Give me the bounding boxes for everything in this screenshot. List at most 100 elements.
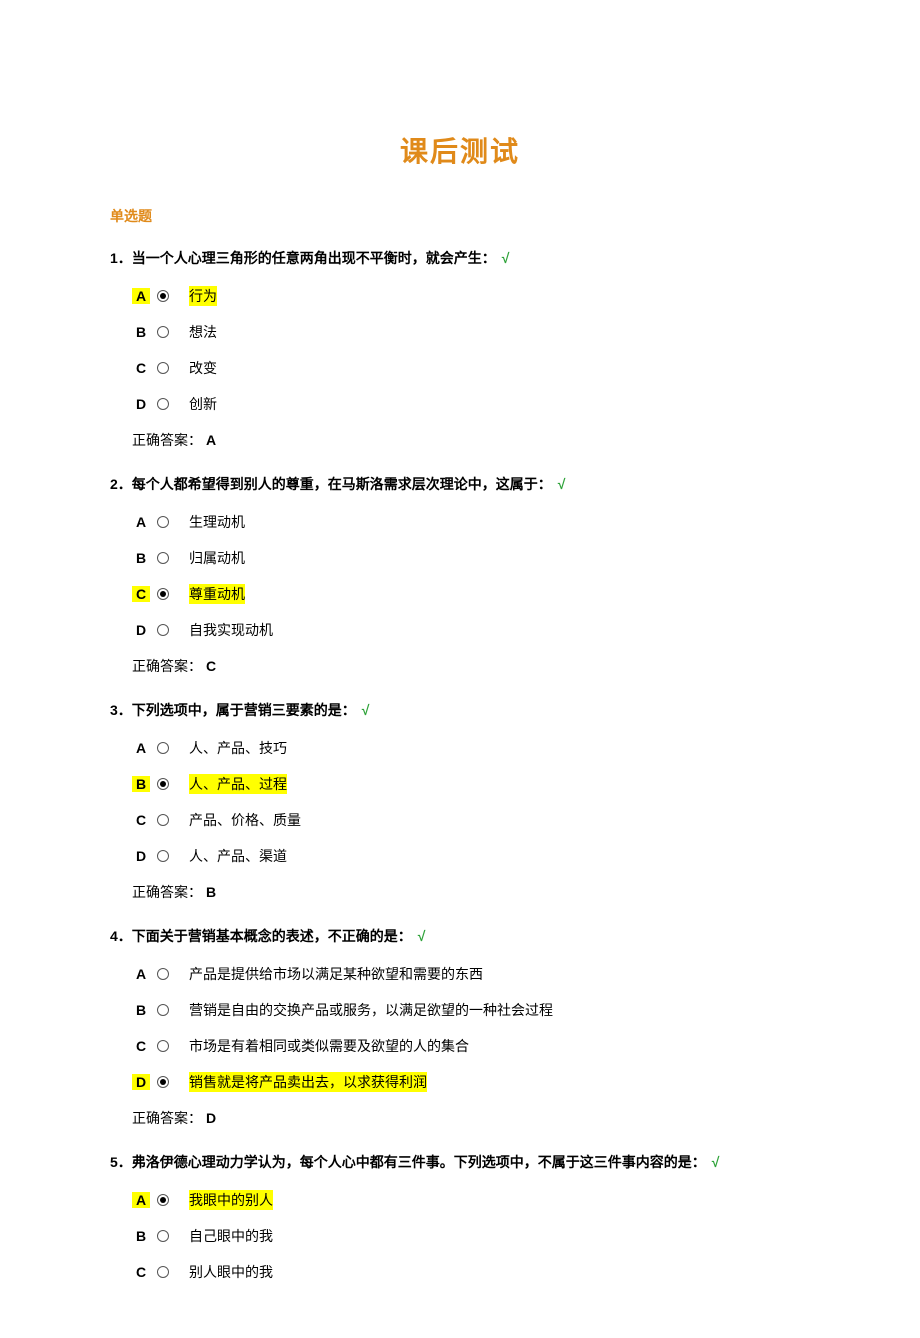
answer-line: 正确答案：C bbox=[110, 656, 810, 676]
radio-button[interactable] bbox=[157, 814, 169, 826]
question-block: 4．下面关于营销基本概念的表述，不正确的是：√ A 产品是提供给市场以满足某种欲望和… bbox=[110, 926, 810, 1128]
option-text: 人、产品、技巧 bbox=[189, 738, 287, 758]
section-header: 单选题 bbox=[110, 206, 810, 226]
option-row: A行为 bbox=[132, 286, 810, 306]
option-row: D自我实现动机 bbox=[132, 620, 810, 640]
radio-button[interactable] bbox=[157, 742, 169, 754]
question-stem: 每个人都希望得到别人的尊重，在马斯洛需求层次理论中，这属于： bbox=[132, 476, 552, 492]
option-letter: B bbox=[132, 324, 150, 340]
option-text: 自己眼中的我 bbox=[189, 1226, 273, 1246]
question-number: 4． bbox=[110, 928, 132, 944]
radio-button[interactable] bbox=[157, 1004, 169, 1016]
question-text: 3．下列选项中，属于营销三要素的是：√ bbox=[110, 700, 810, 720]
option-row: B 营销是自由的交换产品或服务，以满足欲望的一种社会过程 bbox=[132, 1000, 810, 1020]
option-letter: C bbox=[132, 1038, 150, 1054]
option-text: 销售就是将产品卖出去，以求获得利润 bbox=[189, 1072, 427, 1092]
option-row: B 自己眼中的我 bbox=[132, 1226, 810, 1246]
question-text: 4．下面关于营销基本概念的表述，不正确的是：√ bbox=[110, 926, 810, 946]
answer-line: 正确答案：D bbox=[110, 1108, 810, 1128]
check-icon: √ bbox=[362, 702, 370, 718]
option-row: A 生理动机 bbox=[132, 512, 810, 532]
answer-label: 正确答案： bbox=[132, 1110, 202, 1126]
option-letter: B bbox=[132, 550, 150, 566]
question-block: 3．下列选项中，属于营销三要素的是：√A人、产品、技巧B人、产品、过程C产品、价… bbox=[110, 700, 810, 902]
radio-button[interactable] bbox=[157, 588, 169, 600]
option-row: B 想法 bbox=[132, 322, 810, 342]
answer-letter: C bbox=[206, 658, 216, 674]
radio-button[interactable] bbox=[157, 552, 169, 564]
option-text: 想法 bbox=[189, 322, 217, 342]
option-row: C 尊重动机 bbox=[132, 584, 810, 604]
option-text: 人、产品、过程 bbox=[189, 774, 287, 794]
option-row: D 创新 bbox=[132, 394, 810, 414]
option-text: 产品是提供给市场以满足某种欲望和需要的东西 bbox=[189, 964, 483, 984]
option-row: A我眼中的别人 bbox=[132, 1190, 810, 1210]
question-stem: 下面关于营销基本概念的表述，不正确的是： bbox=[132, 928, 412, 944]
radio-button[interactable] bbox=[157, 326, 169, 338]
radio-button[interactable] bbox=[157, 1230, 169, 1242]
questions-container: 1．当一个人心理三角形的任意两角出现不平衡时，就会产生：√A行为B想法C改变D创… bbox=[110, 248, 810, 1282]
radio-button[interactable] bbox=[157, 1040, 169, 1052]
option-row: B 归属动机 bbox=[132, 548, 810, 568]
radio-button[interactable] bbox=[157, 850, 169, 862]
option-row: D人、产品、渠道 bbox=[132, 846, 810, 866]
option-letter: A bbox=[132, 514, 150, 530]
option-row: B人、产品、过程 bbox=[132, 774, 810, 794]
radio-button[interactable] bbox=[157, 1076, 169, 1088]
option-text: 归属动机 bbox=[189, 548, 245, 568]
answer-line: 正确答案：B bbox=[110, 882, 810, 902]
option-letter: A bbox=[132, 966, 150, 982]
option-letter: B bbox=[132, 1002, 150, 1018]
radio-button[interactable] bbox=[157, 362, 169, 374]
option-letter: D bbox=[132, 1074, 150, 1090]
option-letter: C bbox=[132, 586, 150, 602]
options-list: A 生理动机 B 归属动机 C 尊重动机 D自我实现动机 bbox=[110, 512, 810, 640]
options-list: A行为 B 想法 C 改变 D 创新 bbox=[110, 286, 810, 414]
answer-label: 正确答案： bbox=[132, 432, 202, 448]
option-text: 行为 bbox=[189, 286, 217, 306]
answer-label: 正确答案： bbox=[132, 658, 202, 674]
options-list: A 产品是提供给市场以满足某种欲望和需要的东西 B 营销是自由的交换产品或服务，以满足… bbox=[110, 964, 810, 1092]
option-text: 我眼中的别人 bbox=[189, 1190, 273, 1210]
radio-button[interactable] bbox=[157, 516, 169, 528]
option-row: A 产品是提供给市场以满足某种欲望和需要的东西 bbox=[132, 964, 810, 984]
question-stem: 弗洛伊德心理动力学认为，每个人心中都有三件事。下列选项中，不属于这三件事内容的是… bbox=[132, 1154, 706, 1170]
option-text: 创新 bbox=[189, 394, 217, 414]
question-number: 1． bbox=[110, 250, 132, 266]
option-letter: C bbox=[132, 812, 150, 828]
radio-button[interactable] bbox=[157, 778, 169, 790]
check-icon: √ bbox=[502, 250, 510, 266]
option-text: 市场是有着相同或类似需要及欲望的人的集合 bbox=[189, 1036, 469, 1056]
option-row: C 改变 bbox=[132, 358, 810, 378]
question-text: 5．弗洛伊德心理动力学认为，每个人心中都有三件事。下列选项中，不属于这三件事内容… bbox=[110, 1152, 810, 1172]
radio-button[interactable] bbox=[157, 290, 169, 302]
radio-button[interactable] bbox=[157, 968, 169, 980]
question-block: 2．每个人都希望得到别人的尊重，在马斯洛需求层次理论中，这属于：√ A 生理动机 B 归… bbox=[110, 474, 810, 676]
option-letter: A bbox=[132, 740, 150, 756]
question-text: 1．当一个人心理三角形的任意两角出现不平衡时，就会产生：√ bbox=[110, 248, 810, 268]
option-letter: C bbox=[132, 360, 150, 376]
answer-label: 正确答案： bbox=[132, 884, 202, 900]
question-number: 5． bbox=[110, 1154, 132, 1170]
radio-button[interactable] bbox=[157, 624, 169, 636]
option-letter: B bbox=[132, 1228, 150, 1244]
radio-button[interactable] bbox=[157, 398, 169, 410]
option-text: 人、产品、渠道 bbox=[189, 846, 287, 866]
option-text: 尊重动机 bbox=[189, 584, 245, 604]
answer-letter: A bbox=[206, 432, 216, 448]
radio-button[interactable] bbox=[157, 1194, 169, 1206]
option-text: 营销是自由的交换产品或服务，以满足欲望的一种社会过程 bbox=[189, 1000, 553, 1020]
option-text: 产品、价格、质量 bbox=[189, 810, 301, 830]
question-text: 2．每个人都希望得到别人的尊重，在马斯洛需求层次理论中，这属于：√ bbox=[110, 474, 810, 494]
question-block: 1．当一个人心理三角形的任意两角出现不平衡时，就会产生：√A行为B想法C改变D创… bbox=[110, 248, 810, 450]
option-row: C 市场是有着相同或类似需要及欲望的人的集合 bbox=[132, 1036, 810, 1056]
option-text: 改变 bbox=[189, 358, 217, 378]
option-row: D 销售就是将产品卖出去，以求获得利润 bbox=[132, 1072, 810, 1092]
option-letter: D bbox=[132, 396, 150, 412]
question-stem: 下列选项中，属于营销三要素的是： bbox=[132, 702, 356, 718]
option-letter: C bbox=[132, 1264, 150, 1280]
radio-button[interactable] bbox=[157, 1266, 169, 1278]
page-title: 课后测试 bbox=[110, 130, 810, 170]
option-text: 自我实现动机 bbox=[189, 620, 273, 640]
option-text: 生理动机 bbox=[189, 512, 245, 532]
